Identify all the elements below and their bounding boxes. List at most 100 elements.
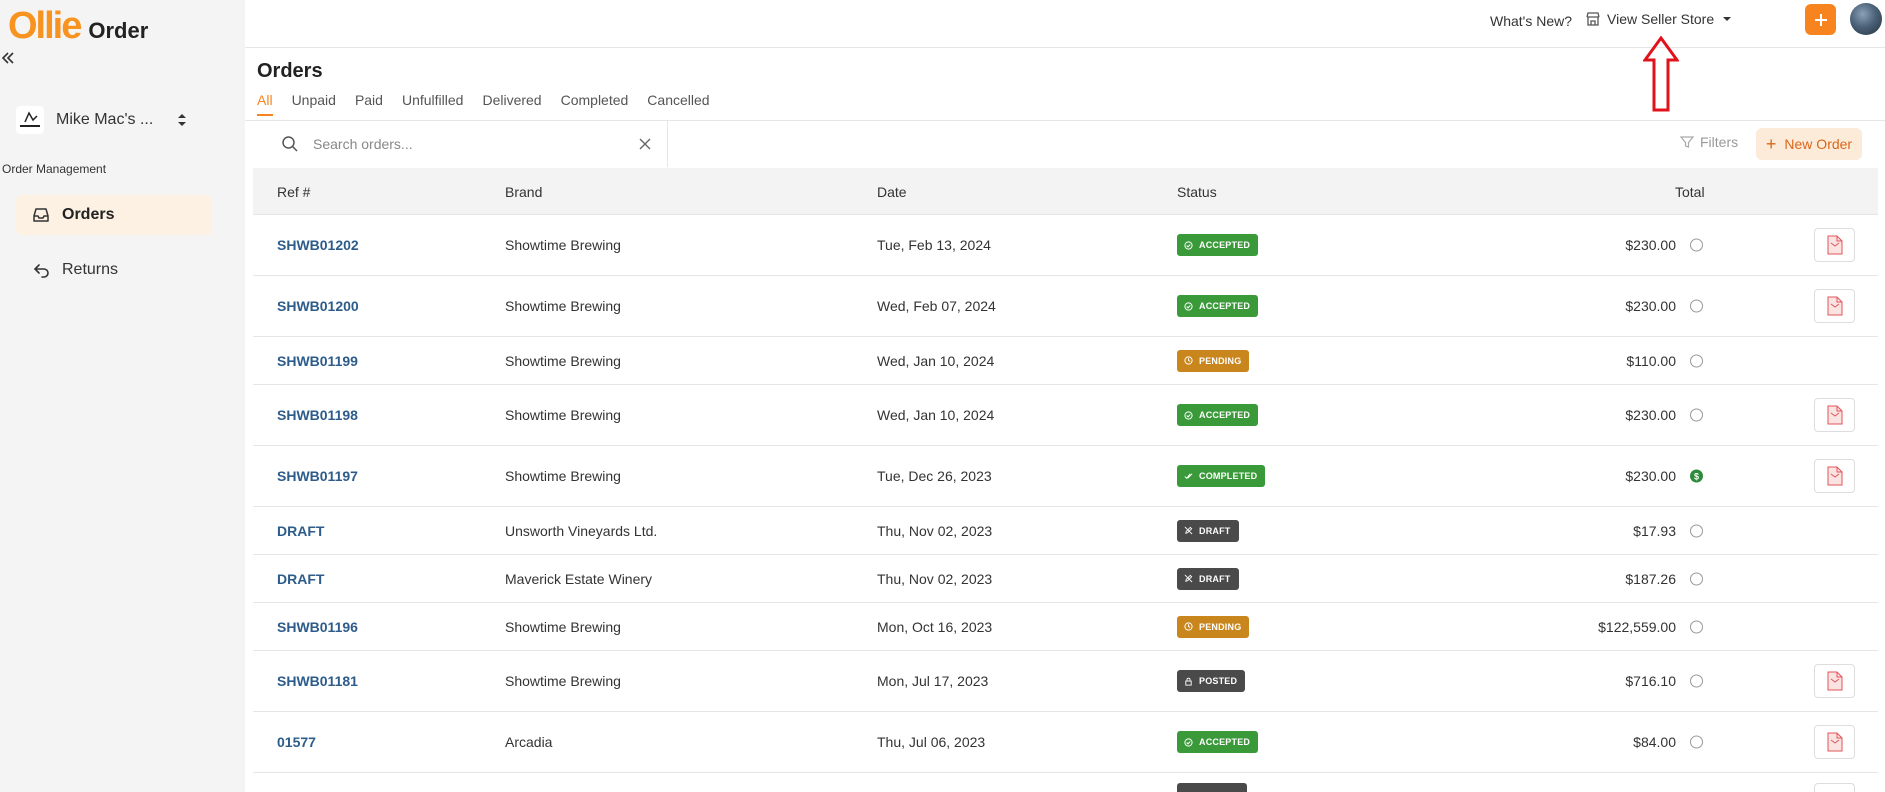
store-icon [1586,12,1600,26]
paid-indicator[interactable]: $ [1690,469,1703,483]
status-badge: POSTED [1177,670,1246,692]
status-label: PENDING [1199,355,1242,366]
collapse-sidebar-icon[interactable] [0,50,16,66]
table-row[interactable]: 01577 Arcadia Thu, Jul 06, 2023 ACCEPTED $84… [253,712,1878,773]
tab-all[interactable]: All [257,92,273,116]
order-date: Wed, Feb 07, 2024 [877,298,996,314]
lock-icon [1185,677,1192,686]
status-label: DRAFT [1199,573,1231,584]
table-row[interactable]: SHWB01200 Showtime Brewing Wed, Feb 07, 20… [253,276,1878,337]
new-order-button[interactable]: + New Order [1756,128,1862,160]
account-switcher[interactable]: Mike Mac's ... [16,104,196,136]
search-box [253,121,668,167]
clock-icon [1184,622,1193,631]
status-badge: ACCEPTED [1177,404,1259,426]
status-label: ACCEPTED [1199,240,1251,250]
table-row[interactable]: SHWB01202 Showtime Brewing Tue, Feb 13, 20… [253,215,1878,276]
tab-completed[interactable]: Completed [561,92,629,116]
tab-unfulfilled[interactable]: Unfulfilled [402,92,463,116]
sidebar-item-label: Returns [62,261,119,278]
caret-down-icon [1723,17,1732,21]
tab-delivered[interactable]: Delivered [482,92,541,116]
status-badge: DRAFT [1177,519,1239,542]
order-ref-link[interactable]: SHWB01181 [277,673,358,689]
order-ref-link[interactable]: DRAFT [277,571,324,587]
pdf-download-button[interactable] [1814,228,1855,262]
pdf-download-button[interactable] [1814,459,1855,493]
status-badge: ACCEPTED [1177,234,1259,256]
quick-add-button[interactable] [1805,4,1836,35]
page-title: Orders [257,60,323,82]
status-label: POSTED [1199,676,1238,686]
column-header-status: Status [1177,184,1217,200]
tab-cancelled[interactable]: Cancelled [647,92,709,116]
pdf-download-button[interactable] [1814,664,1855,698]
edit-pencil-icon [1184,526,1193,535]
table-row[interactable]: SHWB01181 Showtime Brewing Mon, Jul 17, 20… [253,651,1878,712]
payment-status-indicator[interactable] [1690,674,1703,688]
order-ref-link[interactable]: SHWB01200 [277,298,359,314]
order-total: $110.00 [1626,352,1676,369]
payment-status-indicator[interactable] [1690,238,1703,252]
check-circle-icon [1184,240,1193,250]
tab-unpaid[interactable]: Unpaid [292,92,336,116]
filters-button[interactable]: Filters [1680,134,1738,150]
orders-table: Ref # Brand Date Status Total SHWB01202 S… [253,168,1878,792]
status-badge: DRAFT [1177,567,1239,590]
payment-status-indicator[interactable] [1690,524,1703,537]
order-total: $230.00 [1625,468,1676,484]
brand-name: Showtime Brewing [505,468,621,484]
payment-status-indicator[interactable] [1690,354,1703,367]
pdf-download-button[interactable] [1814,289,1855,323]
payment-status-indicator[interactable] [1690,572,1703,585]
order-ref-link[interactable]: SHWB01197 [277,468,358,484]
app-logo[interactable]: Ollie Order [8,6,148,46]
user-avatar[interactable] [1850,3,1882,35]
order-ref-link[interactable]: DRAFT [277,523,324,539]
order-date: Wed, Jan 10, 2024 [877,407,995,423]
sidebar-item-returns[interactable]: Returns [16,250,212,290]
payment-status-indicator[interactable] [1690,620,1703,633]
view-seller-store-dropdown[interactable]: View Seller Store [1585,11,1732,27]
payment-status-indicator[interactable] [1690,408,1703,422]
table-row[interactable]: SHWB01197 Showtime Brewing Tue, Dec 26, 20… [253,446,1878,507]
order-total: $187.26 [1625,570,1676,587]
sidebar-item-orders[interactable]: Orders [16,195,212,235]
pdf-download-button[interactable] [1814,398,1855,432]
table-row[interactable]: SHWB01199 Showtime Brewing Wed, Jan 10, 20… [253,337,1878,385]
payment-status-indicator[interactable] [1690,299,1703,313]
pdf-file-icon [1827,296,1842,316]
order-date: Thu, Nov 02, 2023 [877,522,993,539]
app-root: Ollie Order Mike Mac's ... Order Managem… [0,0,1885,792]
brand-name: Arcadia [505,734,553,750]
status-label: PENDING [1199,621,1242,632]
search-input[interactable] [313,136,633,152]
order-ref-link[interactable]: SHWB01196 [277,619,358,635]
brand-name: Showtime Brewing [505,352,621,369]
plus-icon [1814,13,1827,26]
close-icon[interactable] [638,137,652,151]
tab-paid[interactable]: Paid [355,92,383,116]
status-label: ACCEPTED [1199,410,1251,420]
order-ref-link[interactable]: SHWB01199 [277,353,358,369]
table-row[interactable]: SHWB01196 Showtime Brewing Mon, Oct 16, 20… [253,603,1878,651]
section-label: Order Management [2,162,107,176]
order-ref-link[interactable]: 01577 [277,734,316,750]
table-row[interactable]: DRAFT Unsworth Vineyards Ltd. Thu, Nov 02,… [253,507,1878,555]
whats-new-link[interactable]: What's New? [1490,13,1572,29]
orders-toolbar: Filters + New Order [253,121,1878,167]
order-ref-link[interactable]: SHWB01198 [277,407,358,423]
order-date: Tue, Dec 26, 2023 [877,468,992,484]
brand-name: Showtime Brewing [505,298,621,314]
return-arrow-icon [33,264,49,278]
table-row[interactable]: SHWB01198 Showtime Brewing Wed, Jan 10, 20… [253,385,1878,446]
payment-status-indicator[interactable] [1690,735,1703,749]
table-row[interactable]: DRAFT Maverick Estate Winery Thu, Nov 02, … [253,555,1878,603]
order-total: $230.00 [1625,237,1676,253]
brand-name: Showtime Brewing [505,407,621,423]
pdf-download-button[interactable] [1814,783,1855,792]
pdf-download-button[interactable] [1814,725,1855,759]
pdf-file-icon [1827,732,1842,752]
order-date: Tue, Feb 13, 2024 [877,237,991,253]
order-ref-link[interactable]: SHWB01202 [277,237,359,253]
